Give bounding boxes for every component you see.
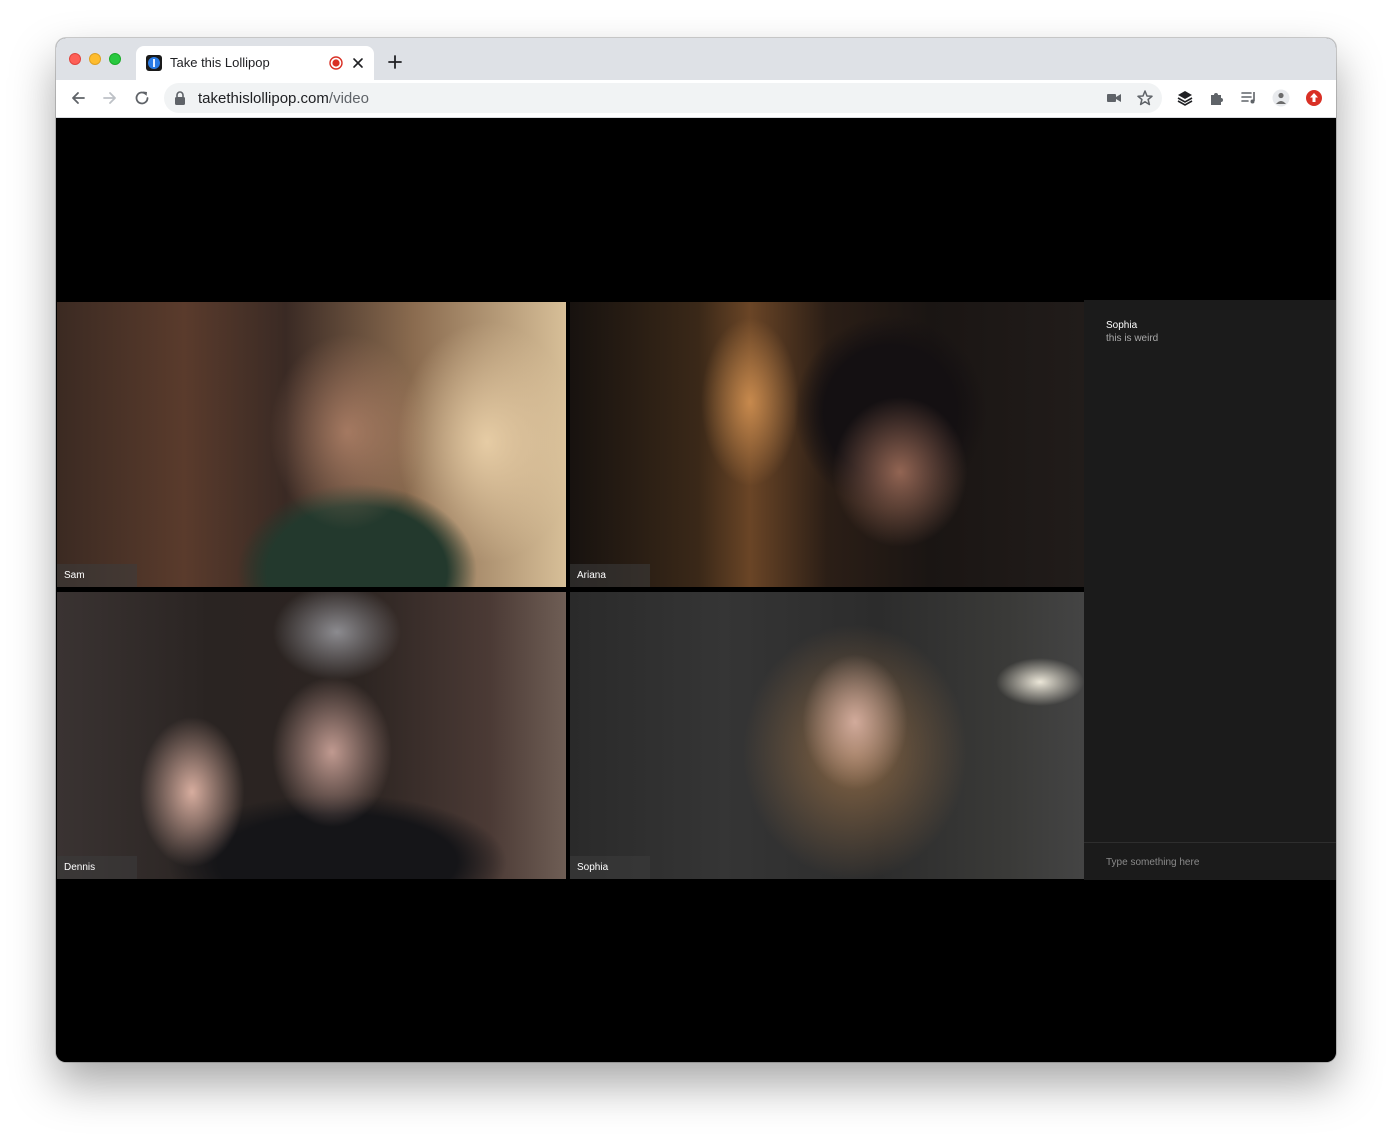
profile-avatar-icon[interactable] [1272, 89, 1290, 107]
chat-input-row [1084, 842, 1336, 880]
participant-name-ariana: Ariana [570, 564, 650, 587]
participant-name-sophia: Sophia [570, 856, 650, 879]
video-tile-dennis[interactable]: Dennis [57, 592, 566, 879]
video-call-page: Sam Ariana Dennis Sophia Sophia this is … [56, 118, 1336, 1062]
recording-indicator-icon [329, 56, 343, 70]
close-window-button[interactable] [69, 53, 81, 65]
participant-name-dennis: Dennis [57, 856, 137, 879]
extensions-puzzle-icon[interactable] [1208, 89, 1226, 107]
minimize-window-button[interactable] [89, 53, 101, 65]
url-host: takethislollipop.com [198, 90, 329, 107]
tab-strip: Take this Lollipop [56, 38, 1336, 80]
chat-input[interactable] [1106, 854, 1316, 870]
url-path: /video [328, 90, 369, 107]
chat-message-author: Sophia [1106, 320, 1138, 331]
layers-extension-icon[interactable] [1176, 89, 1194, 107]
lock-icon[interactable] [174, 91, 186, 105]
browser-window: Take this Lollipop takethislollipop.com/… [56, 38, 1336, 1062]
video-tile-sophia[interactable]: Sophia [570, 592, 1084, 879]
reload-icon[interactable] [133, 89, 151, 107]
video-tile-ariana[interactable]: Ariana [570, 302, 1084, 587]
media-queue-icon[interactable] [1240, 89, 1258, 107]
video-tile-sam[interactable]: Sam [57, 302, 566, 587]
chat-panel: Sophia this is weird [1084, 300, 1336, 880]
camera-in-use-icon[interactable] [1106, 91, 1122, 105]
back-icon[interactable] [69, 89, 87, 107]
address-bar[interactable]: takethislollipop.com/video [164, 83, 1162, 113]
browser-toolbar: takethislollipop.com/video [56, 80, 1336, 118]
chat-message: Sophia this is weird [1106, 320, 1158, 344]
participant-name-sam: Sam [57, 564, 137, 587]
tab-close-icon[interactable] [351, 56, 365, 70]
url-text[interactable]: takethislollipop.com/video [198, 90, 369, 107]
new-tab-icon[interactable] [387, 54, 403, 70]
update-available-icon[interactable] [1305, 89, 1323, 107]
forward-icon[interactable] [101, 89, 119, 107]
maximize-window-button[interactable] [109, 53, 121, 65]
tab-title: Take this Lollipop [170, 55, 270, 70]
chat-message-text: this is weird [1106, 333, 1159, 344]
bookmark-star-icon[interactable] [1136, 89, 1154, 107]
site-favicon-icon [146, 55, 162, 71]
tab-take-this-lollipop[interactable]: Take this Lollipop [136, 46, 374, 80]
